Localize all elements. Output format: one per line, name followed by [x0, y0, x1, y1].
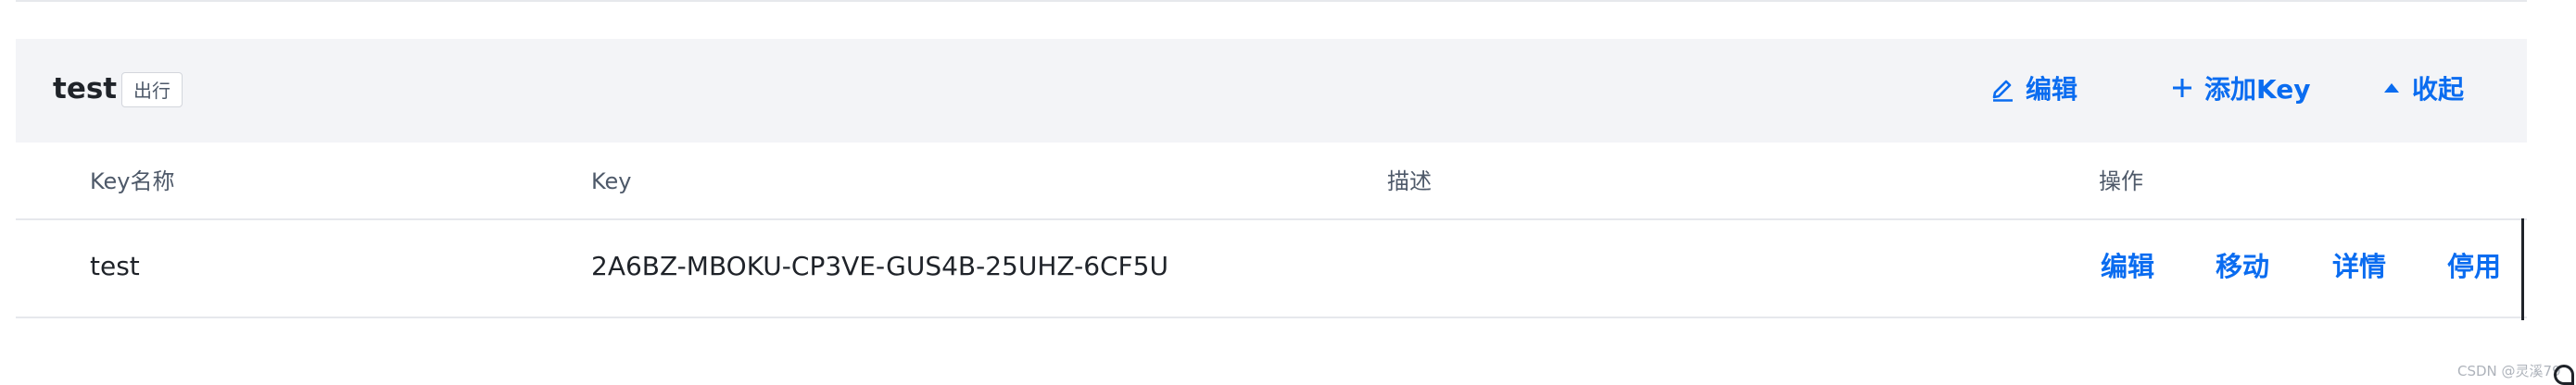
row-disable-link[interactable]: 停用 — [2447, 248, 2501, 285]
cursor-icon — [2554, 365, 2574, 385]
plus-icon — [2171, 77, 2193, 99]
row-edit-link[interactable]: 编辑 — [2101, 248, 2154, 285]
column-header-description: 描述 — [1387, 168, 1432, 194]
table-row: test 2A6BZ-MBOKU-CP3VE-GUS4B-25UHZ-6CF5U… — [16, 218, 2527, 318]
caret-up-icon — [2382, 81, 2401, 94]
vertical-scrollbar[interactable] — [2521, 218, 2524, 320]
cell-key-name: test — [90, 251, 140, 281]
collapse-group-label: 收起 — [2412, 74, 2465, 105]
group-title: test — [53, 72, 118, 106]
table-header-row: Key名称 Key 描述 操作 — [16, 143, 2527, 220]
group-tag-badge: 出行 — [121, 72, 183, 107]
add-key-button[interactable]: 添加Key — [2171, 67, 2310, 109]
row-move-link[interactable]: 移动 — [2216, 248, 2269, 285]
column-header-key: Key — [591, 168, 632, 194]
key-group-header: test 出行 编辑 添加Key 收起 — [16, 39, 2527, 143]
collapse-group-button[interactable]: 收起 — [2382, 67, 2464, 109]
column-header-operations: 操作 — [2099, 168, 2143, 194]
edit-group-label: 编辑 — [2026, 74, 2078, 105]
pencil-icon — [1990, 74, 2014, 102]
add-key-label: 添加Key — [2204, 74, 2311, 105]
column-header-key-name: Key名称 — [90, 168, 175, 194]
cell-key-value: 2A6BZ-MBOKU-CP3VE-GUS4B-25UHZ-6CF5U — [591, 251, 1168, 281]
row-detail-link[interactable]: 详情 — [2332, 248, 2386, 285]
top-divider — [16, 0, 2527, 2]
watermark-text: CSDN @灵溪79 — [2457, 363, 2561, 379]
edit-group-button[interactable]: 编辑 — [1990, 67, 2077, 109]
key-management-page: test 出行 编辑 添加Key 收起 Key名称 Key 描述 操作 test… — [0, 0, 2576, 385]
